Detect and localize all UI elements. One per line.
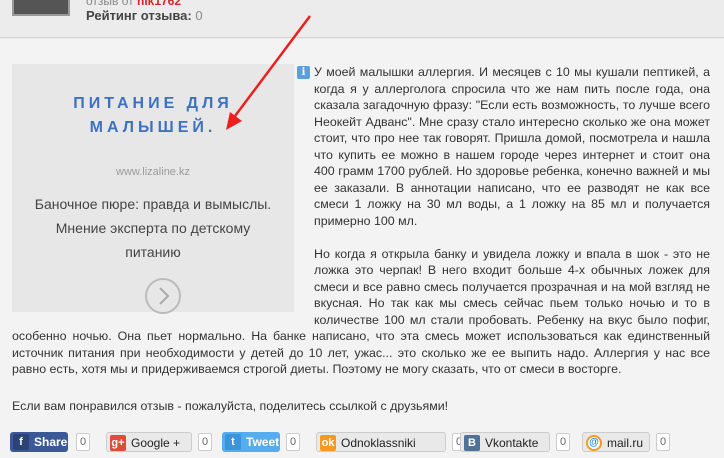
mailru-icon: @ (586, 435, 602, 451)
twitter-icon: t (225, 434, 241, 450)
facebook-icon: f (13, 434, 29, 450)
google-plus-share-button[interactable]: g+ Google + (106, 432, 192, 452)
google-plus-share-count: 0 (198, 433, 213, 451)
share-bar: f Share 0 g+ Google + 0 t Tweet 0 ok Odn… (10, 432, 710, 454)
google-plus-share-label: Google + (131, 436, 181, 450)
facebook-share-count: 0 (76, 433, 91, 451)
facebook-share-button[interactable]: f Share (10, 432, 68, 452)
vkontakte-share-button[interactable]: B Vkontakte (460, 432, 550, 452)
rating-value: 0 (195, 8, 203, 23)
twitter-tweet-label: Tweet (246, 435, 280, 449)
rating-line: Рейтинг отзыва: 0 (86, 8, 203, 23)
odnoklassniki-icon: ok (320, 435, 336, 451)
mailru-share-label: mail.ru (607, 436, 644, 450)
odnoklassniki-share-label: Odnoklassniki (341, 436, 416, 450)
author-prefix: отзыв от (86, 0, 134, 8)
review-text: У моей малышки аллергия. И месяцев с 10 … (12, 64, 710, 394)
facebook-share-label: Share (34, 435, 68, 449)
author-line: отзыв от nik1762 (86, 0, 181, 8)
vkontakte-icon: B (464, 435, 480, 451)
avatar[interactable] (12, 0, 70, 16)
share-prompt: Если вам понравился отзыв - пожалуйста, … (12, 399, 449, 413)
vkontakte-share-count: 0 (556, 433, 571, 451)
author-nick-link[interactable]: nik1762 (137, 0, 181, 8)
vkontakte-share-label: Vkontakte (485, 436, 539, 450)
twitter-share-count: 0 (286, 433, 301, 451)
odnoklassniki-share-button[interactable]: ok Odnoklassniki (316, 432, 446, 452)
review-header: отзыв от nik1762 Рейтинг отзыва: 0 (0, 0, 724, 38)
rating-label: Рейтинг отзыва: (86, 8, 192, 23)
twitter-tweet-button[interactable]: t Tweet (222, 432, 280, 452)
mailru-share-button[interactable]: @ mail.ru (582, 432, 650, 452)
google-plus-icon: g+ (110, 435, 126, 451)
mailru-share-count: 0 (656, 433, 671, 451)
review-content: ПИТАНИЕ ДЛЯ МАЛЫШЕЙ. www.lizaline.kz Бан… (0, 39, 724, 458)
